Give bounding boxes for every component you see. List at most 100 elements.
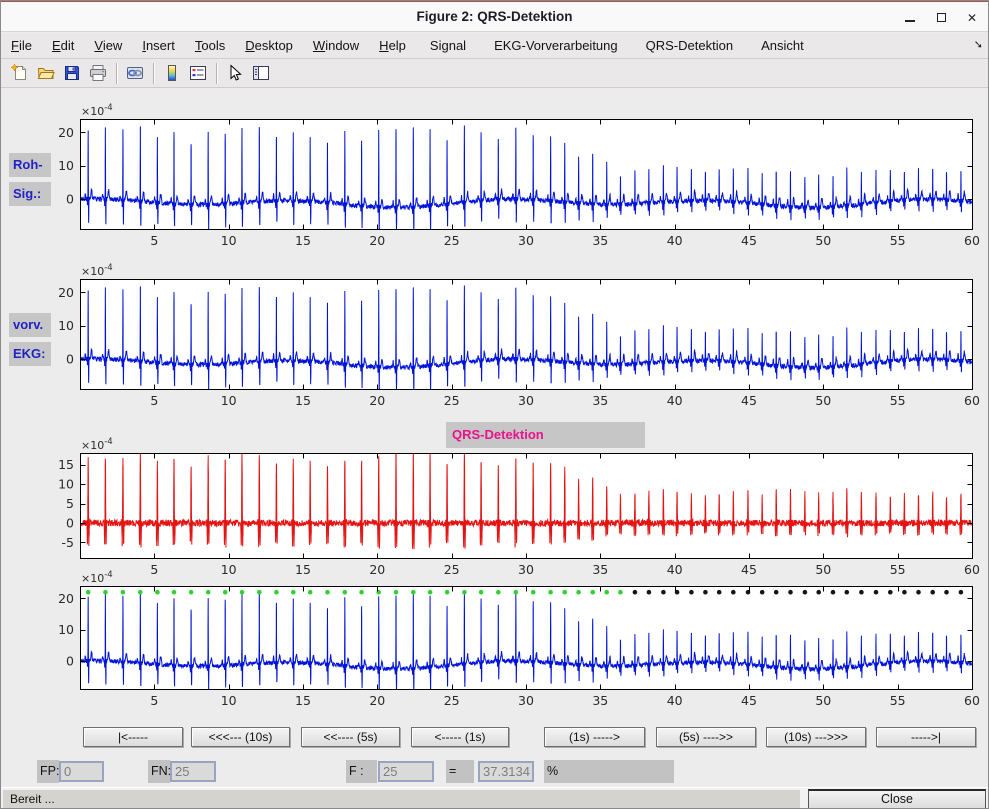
x-tick-label: 45 bbox=[741, 233, 757, 248]
detected-beat-marker bbox=[121, 590, 126, 595]
x-tick-label: 60 bbox=[964, 693, 980, 708]
link-plot-icon bbox=[125, 63, 145, 83]
detected-beat-marker bbox=[479, 590, 484, 595]
y-axis-exponent-label: ×10-4 bbox=[81, 437, 113, 452]
new-document-icon bbox=[10, 63, 30, 83]
x-tick-label: 5 bbox=[150, 393, 158, 408]
f-input[interactable] bbox=[378, 761, 434, 782]
detected-beat-marker bbox=[189, 590, 194, 595]
x-tick-label: 50 bbox=[815, 693, 831, 708]
menu-item-file[interactable]: File bbox=[1, 33, 42, 58]
detected-beat-marker bbox=[274, 590, 279, 595]
minimize-button[interactable] bbox=[900, 8, 920, 27]
x-tick-label: 20 bbox=[369, 693, 385, 708]
y-tick-label: 10 bbox=[58, 622, 74, 637]
detected-beat-marker bbox=[496, 590, 501, 595]
detected-beat-marker bbox=[240, 590, 245, 595]
detected-beat-marker bbox=[325, 590, 330, 595]
missed-beat-marker bbox=[803, 590, 808, 595]
x-tick-label: 20 bbox=[369, 562, 385, 577]
toolbar-separator bbox=[216, 63, 217, 84]
close-button[interactable]: Close bbox=[808, 789, 986, 809]
menu-item-view[interactable]: View bbox=[84, 33, 132, 58]
y-tick-label: -5 bbox=[62, 535, 74, 550]
toolbar-print-button[interactable] bbox=[85, 61, 110, 86]
y-tick-label: 10 bbox=[58, 477, 74, 492]
toolbar-insert-legend-button[interactable] bbox=[185, 61, 210, 86]
toolbar-pointer-button[interactable] bbox=[222, 61, 247, 86]
missed-beat-marker bbox=[703, 590, 708, 595]
y-axis-exponent-label: ×10-4 bbox=[81, 103, 113, 118]
result-input[interactable] bbox=[478, 761, 534, 782]
menu-item-ansicht[interactable]: Ansicht bbox=[747, 33, 818, 58]
detected-beat-marker bbox=[411, 590, 416, 595]
x-tick-label: 5 bbox=[150, 693, 158, 708]
y-tick-label: 0 bbox=[66, 192, 74, 207]
y-tick-label: 20 bbox=[58, 285, 74, 300]
y-tick-label: 0 bbox=[66, 352, 74, 367]
menu-item-help[interactable]: Help bbox=[369, 33, 416, 58]
toolbar-link-plot-button[interactable] bbox=[122, 61, 147, 86]
x-tick-label: 45 bbox=[741, 693, 757, 708]
nav-jump-start-button[interactable]: |<----- bbox=[83, 727, 183, 747]
x-tick-label: 25 bbox=[444, 693, 460, 708]
percent-label: % bbox=[544, 760, 674, 783]
toolbar-property-editor-button[interactable] bbox=[248, 61, 273, 86]
menu-item-insert[interactable]: Insert bbox=[132, 33, 185, 58]
x-tick-label: 10 bbox=[221, 693, 237, 708]
nav-jump-end-button[interactable]: ----->| bbox=[876, 727, 976, 747]
x-tick-label: 15 bbox=[295, 562, 311, 577]
menu-item-desktop[interactable]: Desktop bbox=[235, 33, 303, 58]
close-button-titlebar[interactable]: ✕ bbox=[962, 8, 982, 27]
missed-beat-marker bbox=[859, 590, 864, 595]
menu-item-window[interactable]: Window bbox=[303, 33, 369, 58]
menu-item-qrs-detektion[interactable]: QRS-Detektion bbox=[632, 33, 747, 58]
detected-beat-marker bbox=[103, 590, 108, 595]
nav-forward-5s-button[interactable]: (5s) ---->> bbox=[656, 727, 756, 747]
x-tick-label: 25 bbox=[444, 562, 460, 577]
x-tick-label: 5 bbox=[150, 562, 158, 577]
detected-beat-marker bbox=[576, 590, 581, 595]
menu-item-signal[interactable]: Signal bbox=[416, 33, 480, 58]
missed-beat-marker bbox=[689, 590, 694, 595]
toolbar-separator bbox=[116, 63, 117, 84]
detected-beat-marker bbox=[531, 590, 536, 595]
nav-forward-1s-button[interactable]: (1s) -----> bbox=[544, 727, 645, 747]
detected-beat-marker bbox=[428, 590, 433, 595]
fn-input[interactable] bbox=[170, 761, 216, 782]
detected-beat-marker bbox=[206, 590, 211, 595]
fp-input[interactable] bbox=[59, 761, 104, 782]
missed-beat-marker bbox=[944, 590, 949, 595]
nav-back-5s-button[interactable]: <<---- (5s) bbox=[301, 727, 400, 747]
x-tick-label: 45 bbox=[741, 562, 757, 577]
status-message: Bereit ... bbox=[3, 790, 800, 808]
y-tick-label: 0 bbox=[66, 516, 74, 531]
toolbar-new-document-button[interactable] bbox=[7, 61, 32, 86]
nav-back-1s-button[interactable]: <----- (1s) bbox=[411, 727, 509, 747]
missed-beat-marker bbox=[661, 590, 666, 595]
missed-beat-marker bbox=[831, 590, 836, 595]
toolbar-separator bbox=[153, 63, 154, 84]
colorbar-icon bbox=[162, 63, 182, 83]
plot2-label-line1: vorv. bbox=[9, 313, 51, 337]
x-tick-label: 10 bbox=[221, 393, 237, 408]
toolbar-colorbar-button[interactable] bbox=[159, 61, 184, 86]
nav-forward-10s-button[interactable]: (10s) --->>> bbox=[766, 727, 866, 747]
menu-item-ekg-vorverarbeitung[interactable]: EKG-Vorverarbeitung bbox=[480, 33, 632, 58]
missed-beat-marker bbox=[845, 590, 850, 595]
x-tick-label: 35 bbox=[592, 693, 608, 708]
missed-beat-marker bbox=[774, 590, 779, 595]
x-tick-label: 30 bbox=[518, 393, 534, 408]
detected-beat-marker bbox=[138, 590, 143, 595]
plot3-title: QRS-Detektion bbox=[446, 422, 645, 448]
plot-raw-ecg: 5101520253035404550556001020×10-4 bbox=[58, 103, 980, 248]
toolbar-save-button[interactable] bbox=[59, 61, 84, 86]
toolbar-open-folder-button[interactable] bbox=[33, 61, 58, 86]
nav-back-10s-button[interactable]: <<<--- (10s) bbox=[191, 727, 290, 747]
maximize-button[interactable] bbox=[931, 8, 951, 27]
menu-item-edit[interactable]: Edit bbox=[42, 33, 84, 58]
titlebar: Figure 2: QRS-Detektion ✕ bbox=[1, 1, 988, 32]
menu-overflow-icon[interactable]: ➘ bbox=[974, 33, 983, 58]
menu-item-tools[interactable]: Tools bbox=[185, 33, 235, 58]
y-tick-label: 10 bbox=[58, 318, 74, 333]
